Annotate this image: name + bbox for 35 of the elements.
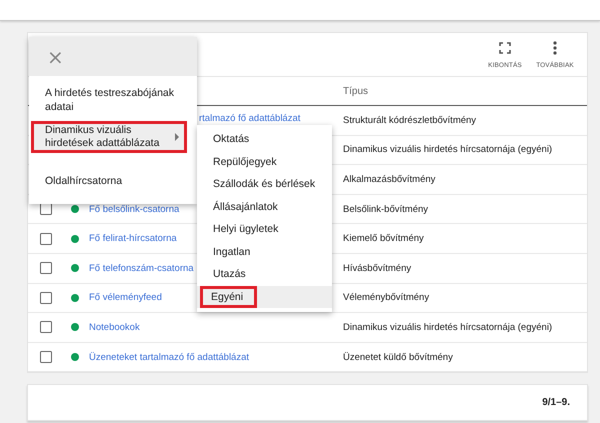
table-cell: Alkalmazásbővítmény [343,174,436,185]
column-header: Típus [343,86,368,96]
checkbox[interactable] [40,351,52,364]
table-cell: Belsőlink-bővítmény [343,204,428,215]
table-cell: Dinamikus vizuális hirdetés hírcsatornája (egyéni) [343,322,552,333]
feed-link[interactable]: Fő telefonszám-csatorna [89,262,194,274]
menu-item[interactable]: A hirdetés testreszabójának adatai [29,84,197,116]
submenu-item[interactable]: Helyi ügyletek [200,221,288,238]
checkbox[interactable] [40,232,52,245]
feed-link[interactable]: Fő felirat-hírcsatorna [89,233,177,244]
checkbox[interactable] [40,321,52,334]
submenu-item[interactable]: Utazás [200,266,256,282]
submenu-item[interactable]: Oktatás [200,131,260,148]
menu-item[interactable]: Oldalhírcsatorna [29,172,197,190]
feed-link[interactable]: Fő véleményfeed [89,292,162,304]
expand-icon [499,42,511,54]
table-cell: Véleménybővítmény [343,292,430,304]
feed-link[interactable]: Üzeneteket tartalmazó fő adattáblázat [89,352,250,363]
table-cell: Üzenetet küldő bővítmény [343,352,453,363]
checkbox[interactable] [40,292,52,304]
more-icon [553,40,557,54]
checkbox[interactable] [40,262,52,274]
feed-link[interactable]: rtalmazó fő adattáblázat [199,112,300,124]
submenu-item[interactable]: Repülőjegyek [200,154,287,170]
submenu-item[interactable]: Szállodák és bérlések [200,176,326,192]
feed-link[interactable]: Fő belsőlink-csatorna [89,204,180,215]
table-cell: Strukturált kódrészletbővítmény [343,114,476,126]
table-cell: Dinamikus vizuális hirdetés hírcsatornája (egyéni) [343,144,552,156]
submenu-item[interactable]: Ingatlan [200,244,260,260]
pagination-text: 9/1–9. [542,397,570,408]
table-cell: Kiemelő bővítmény [343,233,424,244]
feed-link[interactable]: Notebookok [89,322,140,333]
submenu-item[interactable]: Állásajánlatok [200,198,288,215]
menu-item[interactable]: Dinamikus vizuális hirdetések adattáblázata [31,121,187,153]
table-cell: Hívásbővítmény [343,262,412,274]
